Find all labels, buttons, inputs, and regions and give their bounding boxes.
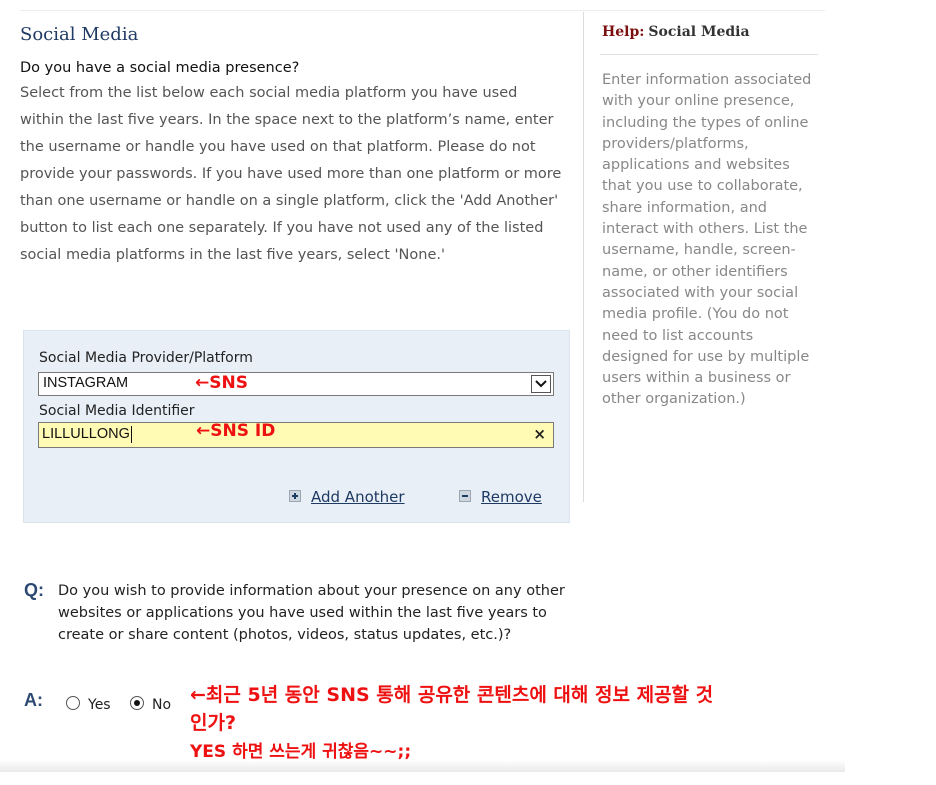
section-title: Social Media (20, 24, 139, 45)
platform-select[interactable]: INSTAGRAM (38, 372, 554, 396)
platform-select-value: INSTAGRAM (43, 375, 129, 391)
no-radio[interactable] (130, 696, 144, 710)
minus-icon (459, 489, 471, 502)
page-bottom-edge (0, 760, 845, 772)
help-rule (600, 54, 818, 55)
help-divider (583, 12, 584, 502)
chevron-down-icon[interactable] (531, 375, 551, 393)
plus-icon (289, 489, 301, 502)
answer-marker: A: (24, 690, 43, 710)
identifier-label: Social Media Identifier (39, 403, 195, 419)
help-title: Social Media (648, 24, 750, 40)
help-label: Help: (602, 24, 645, 40)
annotation-note-line2: 인가? (190, 712, 236, 734)
yes-radio[interactable] (66, 696, 80, 710)
identifier-input[interactable]: LILLULLONG × (38, 422, 554, 448)
help-header: Help: Social Media (602, 24, 750, 40)
add-another-label: Add Another (311, 488, 405, 506)
form-page: Social Media Do you have a social media … (0, 0, 845, 772)
platform-label: Social Media Provider/Platform (39, 350, 253, 366)
remove-label: Remove (481, 488, 542, 506)
annotation-note-line3: YES 하면 쓰는게 귀찮음~~;; (190, 742, 412, 762)
clear-icon[interactable]: × (533, 425, 546, 443)
no-label[interactable]: No (152, 697, 171, 713)
instructions-text: Select from the list below each social m… (20, 85, 562, 263)
annotation-sns: ←SNS (195, 373, 248, 393)
add-another-button[interactable]: Add Another (289, 488, 405, 506)
yes-label[interactable]: Yes (88, 697, 111, 713)
annotation-sns-id: ←SNS ID (196, 421, 276, 441)
top-divider (20, 10, 825, 11)
remove-button[interactable]: Remove (459, 488, 542, 506)
question-marker: Q: (24, 580, 44, 600)
social-media-question: Do you have a social media presence? (20, 60, 300, 76)
help-text: Enter information associated with your o… (602, 72, 812, 408)
other-websites-question: Do you wish to provide information about… (58, 583, 565, 643)
annotation-note-line1: ←최근 5년 동안 SNS 통해 공유한 콘텐츠에 대해 정보 제공할 것 (190, 684, 714, 706)
identifier-input-value: LILLULLONG (42, 426, 132, 443)
